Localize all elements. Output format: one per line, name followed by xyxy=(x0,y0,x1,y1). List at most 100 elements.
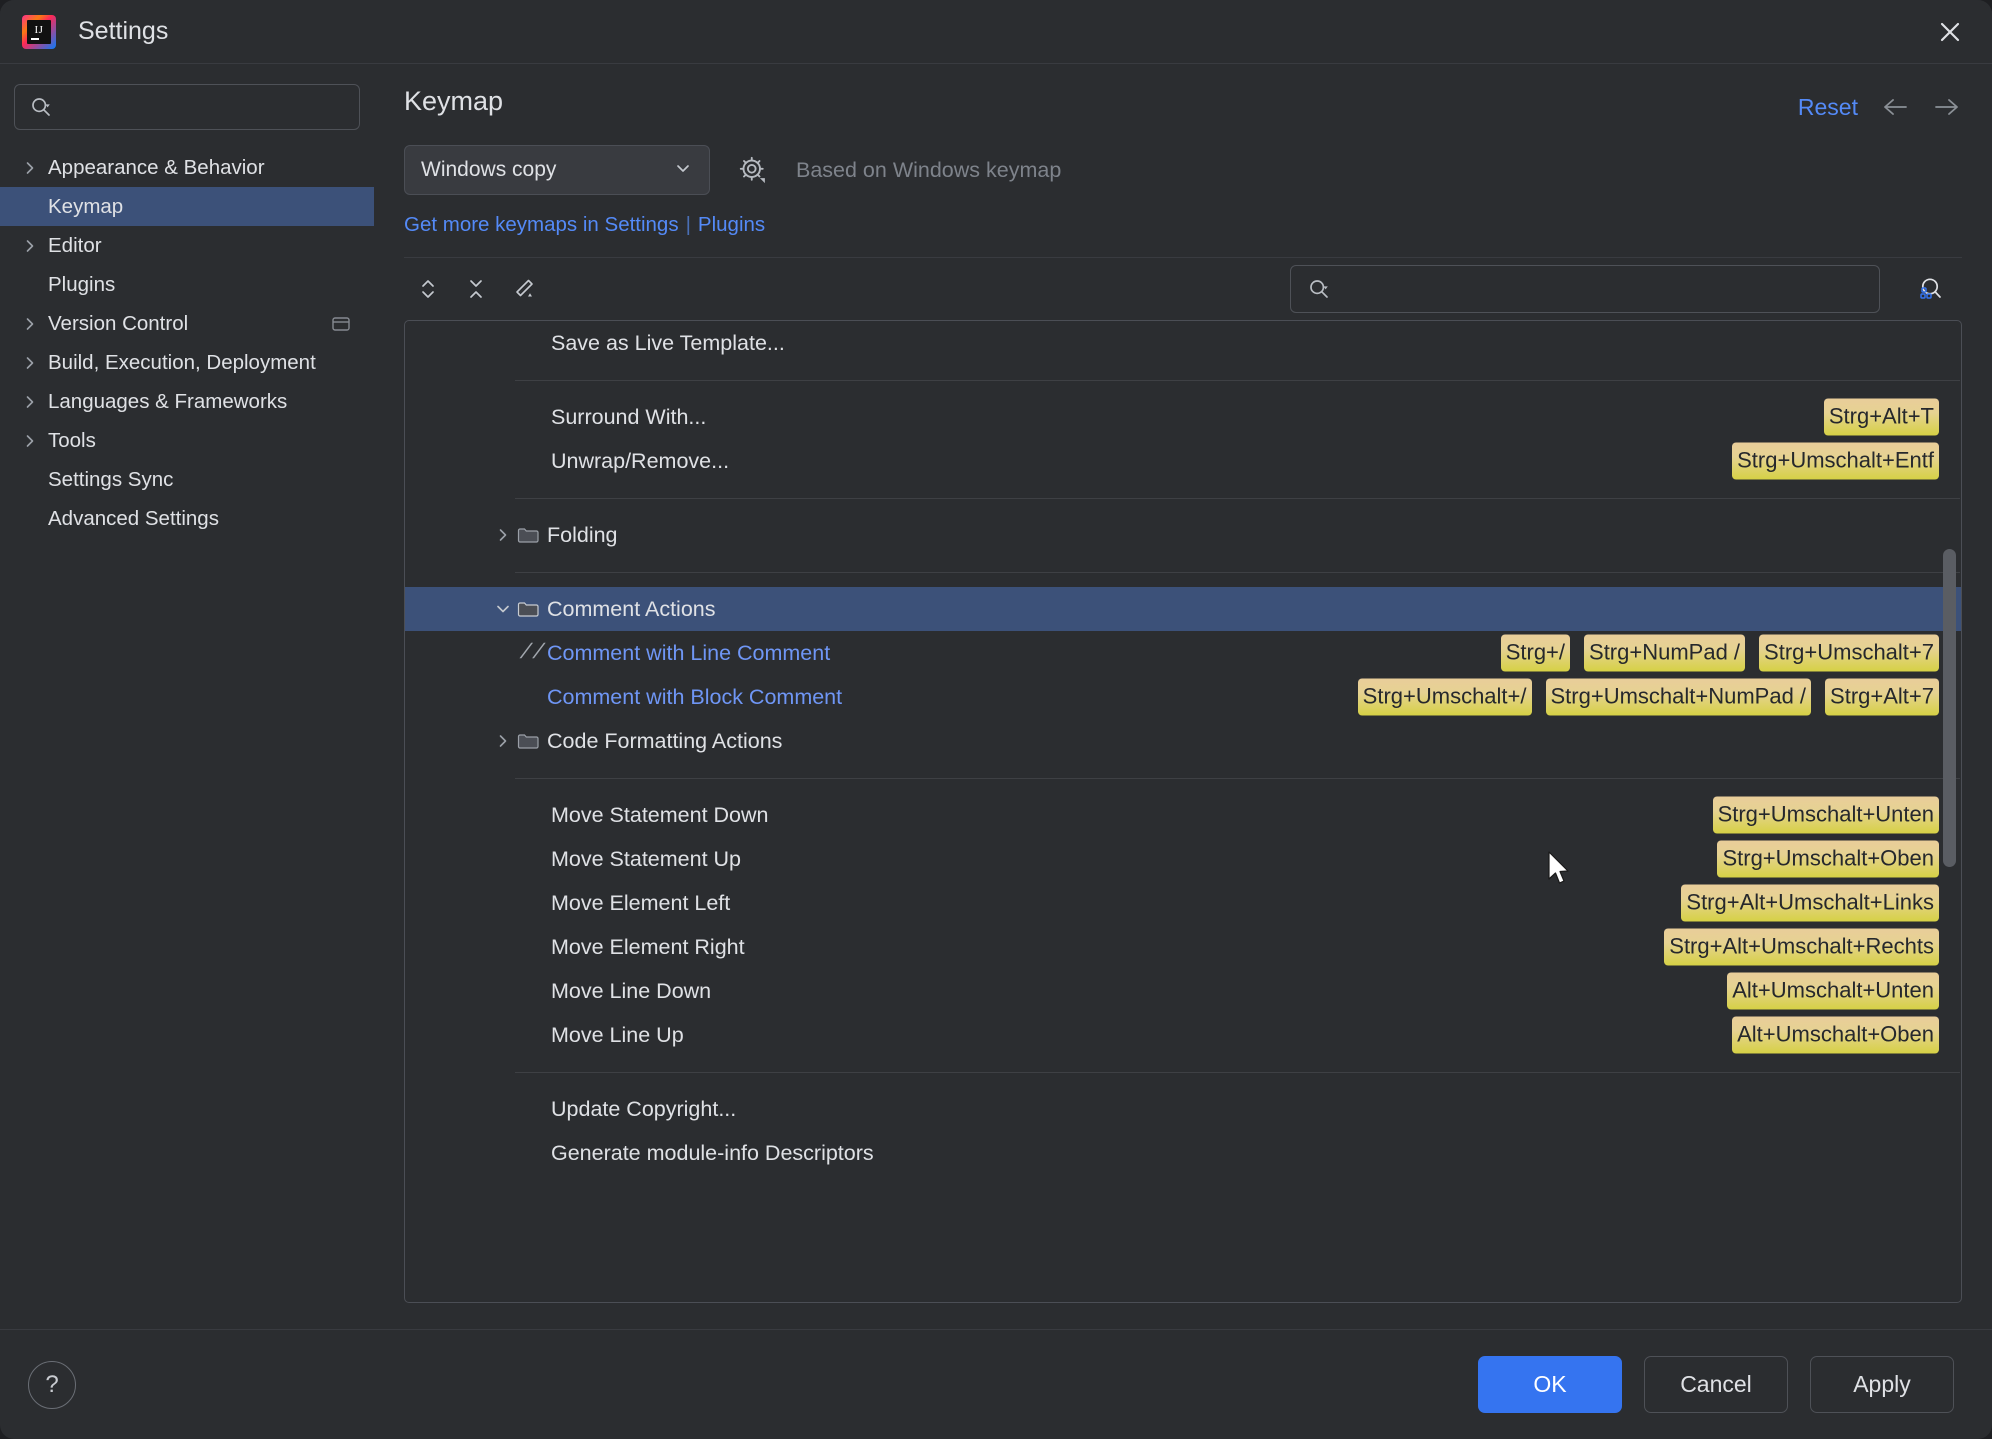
tree-scrollbar[interactable] xyxy=(1943,549,1956,867)
sidebar-item-settings-sync[interactable]: Settings Sync xyxy=(0,460,374,499)
keymap-selector-row: Windows copy Based on Windows keymap xyxy=(374,122,1992,195)
keymap-search-input[interactable] xyxy=(1290,265,1880,313)
chevron-down-icon[interactable] xyxy=(489,601,517,617)
plugins-link[interactable]: Plugins xyxy=(698,213,765,236)
sidebar-item-build-execution-deployment[interactable]: Build, Execution, Deployment xyxy=(0,343,374,382)
sidebar-item-tools[interactable]: Tools xyxy=(0,421,374,460)
table-row[interactable]: Generate module-info Descriptors xyxy=(405,1131,1961,1175)
folder-icon xyxy=(517,600,547,618)
sidebar-nav-list: Appearance & Behavior Keymap Editor Plug… xyxy=(0,148,374,538)
sidebar-item-editor[interactable]: Editor xyxy=(0,226,374,265)
status-badge: Alt+Umschalt+Oben xyxy=(1732,1016,1939,1054)
sidebar-item-keymap[interactable]: Keymap xyxy=(0,187,374,226)
keymap-settings-pane: Keymap Reset Windows copy Based on Windo… xyxy=(374,64,1992,1329)
chevron-right-icon[interactable] xyxy=(22,160,48,176)
close-icon[interactable] xyxy=(1930,12,1970,52)
dialog-body: Appearance & Behavior Keymap Editor Plug… xyxy=(0,64,1992,1329)
table-row[interactable]: Comment with Block Comment Strg+Umschalt… xyxy=(405,675,1961,719)
search-input[interactable] xyxy=(14,84,360,130)
sidebar-item-label: Version Control xyxy=(48,311,189,335)
shortcut-list: Alt+Umschalt+Oben xyxy=(1732,1016,1939,1054)
keymap-select-value: Windows copy xyxy=(421,158,557,181)
status-badge: Strg+Umschalt+Oben xyxy=(1717,840,1939,878)
intellij-idea-icon: IJ xyxy=(22,14,56,49)
folder-icon xyxy=(517,732,547,750)
status-badge: Strg+Alt+T xyxy=(1823,398,1939,436)
chevron-right-icon[interactable] xyxy=(22,355,48,371)
table-row[interactable]: Move Statement Down Strg+Umschalt+Unten xyxy=(405,793,1961,837)
sidebar-item-plugins[interactable]: Plugins xyxy=(0,265,374,304)
ok-button[interactable]: OK xyxy=(1478,1356,1622,1413)
tree-group-comment-actions[interactable]: Comment Actions xyxy=(405,587,1961,631)
settings-sidebar: Appearance & Behavior Keymap Editor Plug… xyxy=(0,64,374,1329)
arrow-right-icon[interactable] xyxy=(1932,92,1962,122)
shortcut-list: Strg+Umschalt+Unten xyxy=(1712,796,1939,834)
help-button[interactable]: ? xyxy=(28,1360,76,1409)
shortcut-list: Strg+/ Strg+NumPad / Strg+Umschalt+7 xyxy=(1500,634,1939,672)
link-separator: | xyxy=(685,213,691,236)
dialog-footer: ? OK Cancel Apply xyxy=(0,1329,1992,1439)
table-row[interactable]: Move Line Down Alt+Umschalt+Unten xyxy=(405,969,1961,1013)
expand-all-icon[interactable] xyxy=(404,269,452,309)
apply-button[interactable]: Apply xyxy=(1810,1356,1954,1413)
status-badge: Strg+Umschalt+/ xyxy=(1357,678,1532,716)
project-scope-icon xyxy=(332,316,350,332)
chevron-right-icon[interactable] xyxy=(22,394,48,410)
find-by-shortcut-icon[interactable] xyxy=(1900,266,1962,312)
reset-button[interactable]: Reset xyxy=(1798,94,1858,121)
settings-dialog: IJ Settings Appearance & Behavior Keymap… xyxy=(0,0,1992,1439)
sidebar-item-languages-frameworks[interactable]: Languages & Frameworks xyxy=(0,382,374,421)
edit-pencil-icon[interactable] xyxy=(500,269,548,309)
table-row[interactable]: Move Element Right Strg+Alt+Umschalt+Rec… xyxy=(405,925,1961,969)
keymap-select[interactable]: Windows copy xyxy=(404,145,710,195)
table-row[interactable]: Move Element Left Strg+Alt+Umschalt+Link… xyxy=(405,881,1961,925)
sidebar-item-appearance-behavior[interactable]: Appearance & Behavior xyxy=(0,148,374,187)
get-more-keymaps-link[interactable]: Get more keymaps in Settings xyxy=(404,213,679,236)
table-row[interactable]: // Comment with Line Comment Strg+/ Strg… xyxy=(405,631,1961,675)
action-label: Comment with Block Comment xyxy=(547,684,843,709)
table-row[interactable]: Surround With... Strg+Alt+T xyxy=(405,395,1961,439)
sidebar-item-label: Languages & Frameworks xyxy=(48,389,288,413)
row-separator xyxy=(405,763,1961,793)
table-row[interactable]: Move Line Up Alt+Umschalt+Oben xyxy=(405,1013,1961,1057)
group-label: Folding xyxy=(547,522,618,547)
chevron-right-icon[interactable] xyxy=(489,527,517,543)
tree-group-code-formatting-actions[interactable]: Code Formatting Actions xyxy=(405,719,1961,763)
table-row[interactable]: Save as Live Template... xyxy=(405,321,1961,365)
chevron-right-icon[interactable] xyxy=(22,238,48,254)
cancel-button[interactable]: Cancel xyxy=(1644,1356,1788,1413)
chevron-right-icon[interactable] xyxy=(489,733,517,749)
page-title: Keymap xyxy=(404,86,504,116)
main-bottom-gap xyxy=(374,1303,1992,1329)
get-more-keymaps-row: Get more keymaps in Settings | Plugins xyxy=(374,195,1992,237)
status-badge: Strg+NumPad / xyxy=(1584,634,1746,672)
table-row[interactable]: Move Statement Up Strg+Umschalt+Oben xyxy=(405,837,1961,881)
keymap-tree: Save as Live Template... Surround With..… xyxy=(405,321,1961,1302)
sidebar-item-version-control[interactable]: Version Control xyxy=(0,304,374,343)
sidebar-item-advanced-settings[interactable]: Advanced Settings xyxy=(0,499,374,538)
keymap-toolbar xyxy=(404,257,1962,320)
sidebar-item-label: Plugins xyxy=(48,272,116,296)
arrow-left-icon[interactable] xyxy=(1880,92,1910,122)
tree-group-folding[interactable]: Folding xyxy=(405,513,1961,557)
table-row[interactable]: Update Copyright... xyxy=(405,1087,1961,1131)
header-actions: Reset xyxy=(1798,86,1962,122)
collapse-all-icon[interactable] xyxy=(452,269,500,309)
status-badge: Strg+Alt+7 xyxy=(1825,678,1939,716)
chevron-right-icon[interactable] xyxy=(22,316,48,332)
gear-icon[interactable] xyxy=(736,153,770,187)
row-separator xyxy=(405,1057,1961,1087)
status-badge: Strg+Umschalt+NumPad / xyxy=(1545,678,1812,716)
folder-icon xyxy=(517,526,547,544)
group-label: Code Formatting Actions xyxy=(547,728,783,753)
status-badge: Strg+Umschalt+Entf xyxy=(1732,442,1939,480)
status-badge: Alt+Umschalt+Unten xyxy=(1727,972,1939,1010)
chevron-right-icon[interactable] xyxy=(22,433,48,449)
action-label: Move Line Down xyxy=(551,978,712,1003)
row-separator xyxy=(405,365,1961,395)
keymap-based-on-label: Based on Windows keymap xyxy=(796,157,1062,182)
keymap-header: Keymap Reset xyxy=(374,64,1992,122)
action-label: Save as Live Template... xyxy=(551,330,785,355)
keymap-tree-panel[interactable]: Save as Live Template... Surround With..… xyxy=(404,320,1962,1303)
table-row[interactable]: Unwrap/Remove... Strg+Umschalt+Entf xyxy=(405,439,1961,483)
